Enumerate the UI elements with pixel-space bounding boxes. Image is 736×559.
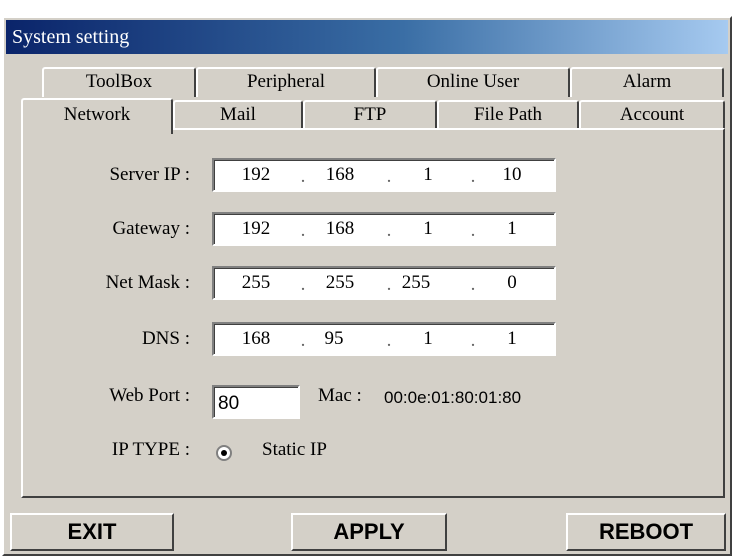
dns-octet-1[interactable]: 168 <box>226 328 286 350</box>
dns-octet-3[interactable]: 1 <box>398 328 458 350</box>
gateway-octet-2[interactable]: 168 <box>310 218 370 240</box>
net-mask-octet-2[interactable]: 255 <box>310 272 370 294</box>
net-mask-octet-3[interactable]: 255 <box>386 272 446 294</box>
dns-octet-2[interactable]: 95 <box>304 328 364 350</box>
net-mask-octet-1[interactable]: 255 <box>226 272 286 294</box>
ip-separator: . <box>300 166 306 187</box>
server-ip-field[interactable]: 192 . 168 . 1 . 10 <box>212 158 556 192</box>
server-ip-octet-4[interactable]: 10 <box>482 164 542 186</box>
tab-network[interactable]: Network <box>21 98 173 134</box>
ip-separator: . <box>470 166 476 187</box>
apply-button[interactable]: APPLY <box>291 513 447 551</box>
mac-value: 00:0e:01:80:01:80 <box>384 388 522 407</box>
server-ip-octet-1[interactable]: 192 <box>226 164 286 186</box>
window-title: System setting <box>6 20 728 54</box>
gateway-field[interactable]: 192 . 168 . 1 . 1 <box>212 212 556 246</box>
ip-separator: . <box>386 166 392 187</box>
dns-field[interactable]: 168 . 95 . 1 . 1 <box>212 322 556 356</box>
server-ip-octet-2[interactable]: 168 <box>310 164 370 186</box>
net-mask-label: Net Mask : <box>105 272 190 293</box>
gateway-label: Gateway : <box>112 218 190 239</box>
exit-button[interactable]: EXIT <box>10 513 174 551</box>
ip-separator: . <box>470 330 476 351</box>
net-mask-octet-4[interactable]: 0 <box>482 272 542 294</box>
gateway-octet-3[interactable]: 1 <box>398 218 458 240</box>
ip-type-label: IP TYPE : <box>111 439 190 460</box>
server-ip-label: Server IP : <box>109 164 190 185</box>
net-mask-field[interactable]: 255 . 255 . 255 . 0 <box>212 266 556 300</box>
tab-peripheral[interactable]: Peripheral <box>196 67 376 97</box>
tab-toolbox[interactable]: ToolBox <box>42 67 196 97</box>
tab-alarm[interactable]: Alarm <box>570 67 724 97</box>
dns-octet-4[interactable]: 1 <box>482 328 542 350</box>
dns-label: DNS : <box>141 328 190 349</box>
tab-online-user[interactable]: Online User <box>376 67 570 97</box>
gateway-octet-1[interactable]: 192 <box>226 218 286 240</box>
ip-separator: . <box>470 220 476 241</box>
server-ip-octet-3[interactable]: 1 <box>398 164 458 186</box>
ip-separator: . <box>386 330 392 351</box>
reboot-button[interactable]: REBOOT <box>566 513 726 551</box>
ip-separator: . <box>300 274 306 295</box>
gateway-octet-4[interactable]: 1 <box>482 218 542 240</box>
mac-label: Mac : <box>318 385 362 406</box>
ip-separator: . <box>470 274 476 295</box>
ip-separator: . <box>386 220 392 241</box>
web-port-label: Web Port : <box>109 385 190 406</box>
web-port-input[interactable]: 80 <box>212 385 300 419</box>
static-ip-label[interactable]: Static IP <box>262 439 327 461</box>
static-ip-radio[interactable] <box>216 445 232 461</box>
ip-separator: . <box>300 220 306 241</box>
